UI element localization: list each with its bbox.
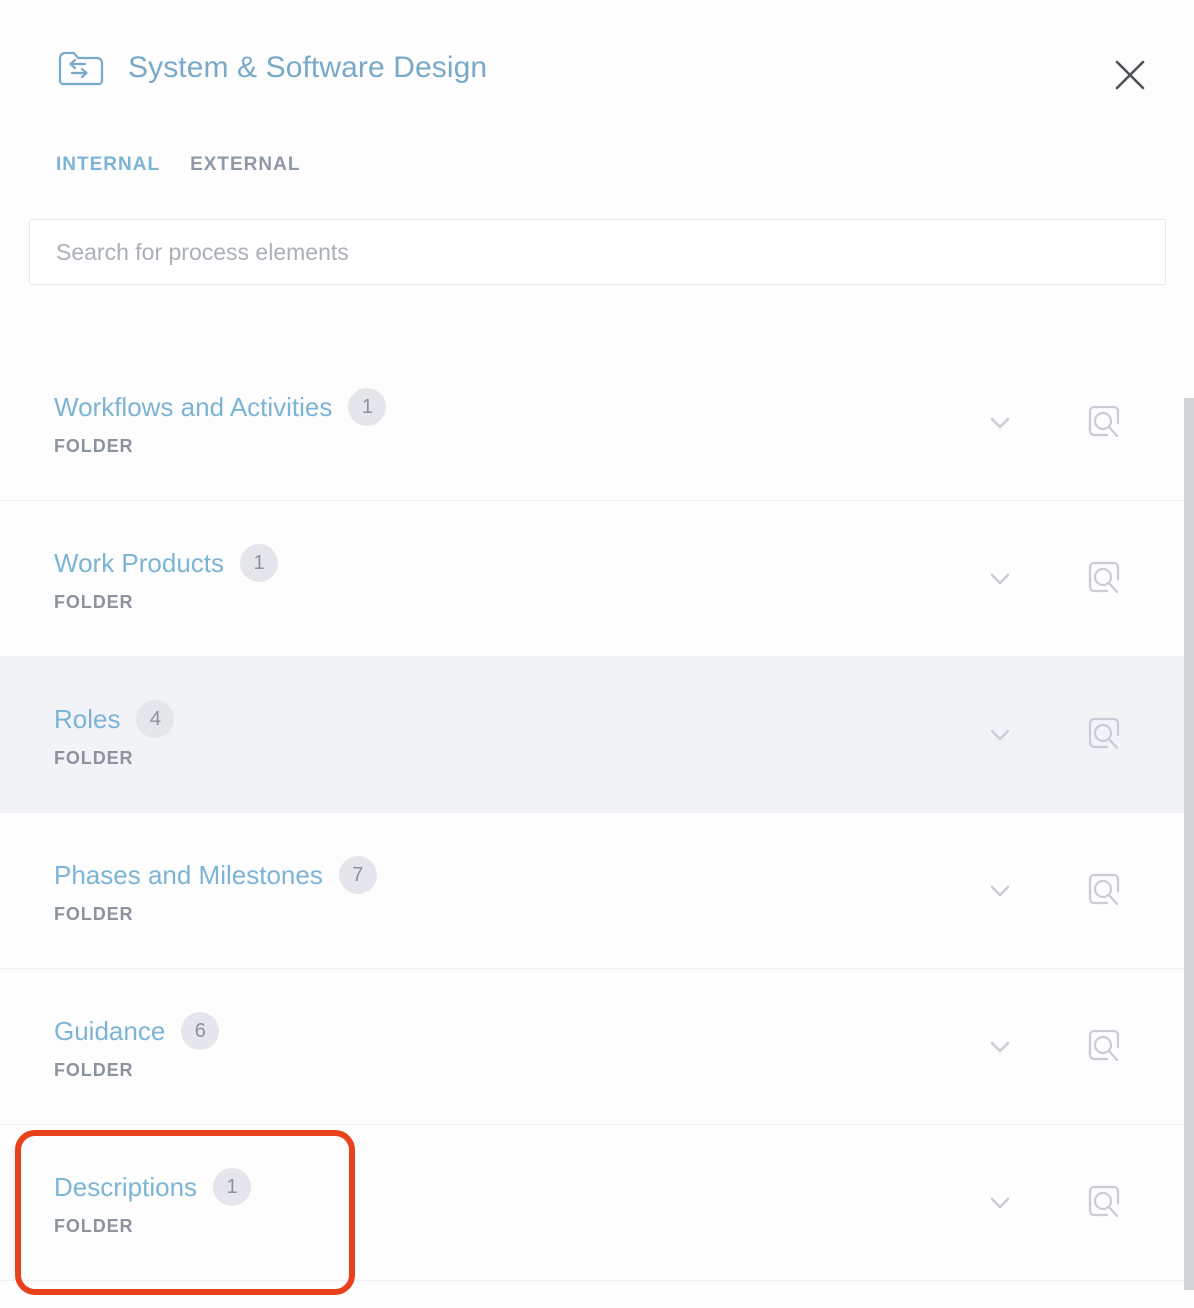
tab-external[interactable]: EXTERNAL bbox=[190, 152, 300, 178]
list-item-count-badge: 4 bbox=[136, 700, 175, 738]
list-item-title: Work Products bbox=[54, 547, 225, 578]
list-item-actions bbox=[970, 549, 1194, 609]
search-input[interactable] bbox=[29, 219, 1166, 285]
list-item-titleline: Phases and Milestones 7 bbox=[54, 856, 970, 894]
page-title: System & Software Design bbox=[128, 51, 488, 84]
preview-search-icon[interactable] bbox=[1082, 556, 1128, 602]
chevron-down-icon[interactable] bbox=[970, 393, 1030, 453]
chevron-down-icon[interactable] bbox=[970, 1173, 1030, 1233]
chevron-down-icon[interactable] bbox=[970, 549, 1030, 609]
chevron-down-icon[interactable] bbox=[970, 1017, 1030, 1077]
list-item-title: Phases and Milestones bbox=[54, 859, 323, 890]
list-item-titleline: Workflows and Activities 1 bbox=[54, 388, 970, 426]
list-item-count-badge: 7 bbox=[338, 856, 377, 894]
list-item-actions bbox=[970, 861, 1194, 921]
list-item-count-badge: 6 bbox=[181, 1012, 220, 1050]
list-item-actions bbox=[970, 1173, 1194, 1233]
list-item-type: FOLDER bbox=[54, 1060, 134, 1080]
list-item-title: Descriptions bbox=[54, 1171, 198, 1202]
preview-search-icon[interactable] bbox=[1082, 868, 1128, 914]
list-item-actions bbox=[970, 393, 1194, 453]
list-item-type: FOLDER bbox=[54, 592, 134, 612]
list-item-title: Roles bbox=[54, 703, 121, 734]
list-item-titleline: Roles 4 bbox=[54, 700, 970, 738]
list-item[interactable]: Roles 4 FOLDER bbox=[0, 657, 1194, 813]
list-item[interactable]: Descriptions 1 FOLDER bbox=[0, 1125, 1194, 1281]
search-field-wrapper bbox=[29, 219, 1166, 285]
list-item-type: FOLDER bbox=[54, 748, 134, 768]
process-element-list: Workflows and Activities 1 FOLDER Work P… bbox=[0, 345, 1194, 1308]
list-item-texts: Workflows and Activities 1 FOLDER bbox=[54, 388, 970, 457]
list-item-texts: Work Products 1 FOLDER bbox=[54, 544, 970, 613]
list-item-titleline: Guidance 6 bbox=[54, 1012, 970, 1050]
chevron-down-icon[interactable] bbox=[970, 705, 1030, 765]
close-icon[interactable] bbox=[1106, 51, 1154, 99]
preview-search-icon[interactable] bbox=[1082, 1024, 1128, 1070]
list-item-texts: Guidance 6 FOLDER bbox=[54, 1012, 970, 1081]
preview-search-icon[interactable] bbox=[1082, 400, 1128, 446]
preview-search-icon[interactable] bbox=[1082, 1180, 1128, 1226]
title-group: System & Software Design bbox=[56, 45, 487, 91]
list-item[interactable]: Work Products 1 FOLDER bbox=[0, 501, 1194, 657]
list-item-texts: Roles 4 FOLDER bbox=[54, 700, 970, 769]
list-item-texts: Descriptions 1 FOLDER bbox=[54, 1168, 970, 1237]
list-item-type: FOLDER bbox=[54, 1216, 134, 1236]
list-item-actions bbox=[970, 705, 1194, 765]
list-item[interactable]: Guidance 6 FOLDER bbox=[0, 969, 1194, 1125]
preview-search-icon[interactable] bbox=[1082, 712, 1128, 758]
list-item-count-badge: 1 bbox=[240, 544, 279, 582]
list-item-title: Guidance bbox=[54, 1015, 166, 1046]
list-item-actions bbox=[970, 1017, 1194, 1077]
panel-header: System & Software Design bbox=[0, 0, 1194, 136]
list-item-type: FOLDER bbox=[54, 436, 134, 456]
list-item-titleline: Descriptions 1 bbox=[54, 1168, 970, 1206]
list-item-count-badge: 1 bbox=[348, 388, 387, 426]
list-item-titleline: Work Products 1 bbox=[54, 544, 970, 582]
list-item-title: Workflows and Activities bbox=[54, 391, 333, 422]
list-item[interactable]: Workflows and Activities 1 FOLDER bbox=[0, 345, 1194, 501]
chevron-down-icon[interactable] bbox=[970, 861, 1030, 921]
tab-internal[interactable]: INTERNAL bbox=[56, 152, 160, 178]
scrollbar-thumb[interactable] bbox=[1184, 398, 1194, 1290]
list-item-texts: Phases and Milestones 7 FOLDER bbox=[54, 856, 970, 925]
folder-exchange-icon bbox=[56, 47, 106, 91]
list-item[interactable]: Phases and Milestones 7 FOLDER bbox=[0, 813, 1194, 969]
tab-bar: INTERNAL EXTERNAL bbox=[56, 152, 300, 178]
list-item-count-badge: 1 bbox=[213, 1168, 252, 1206]
list-item-type: FOLDER bbox=[54, 904, 134, 924]
